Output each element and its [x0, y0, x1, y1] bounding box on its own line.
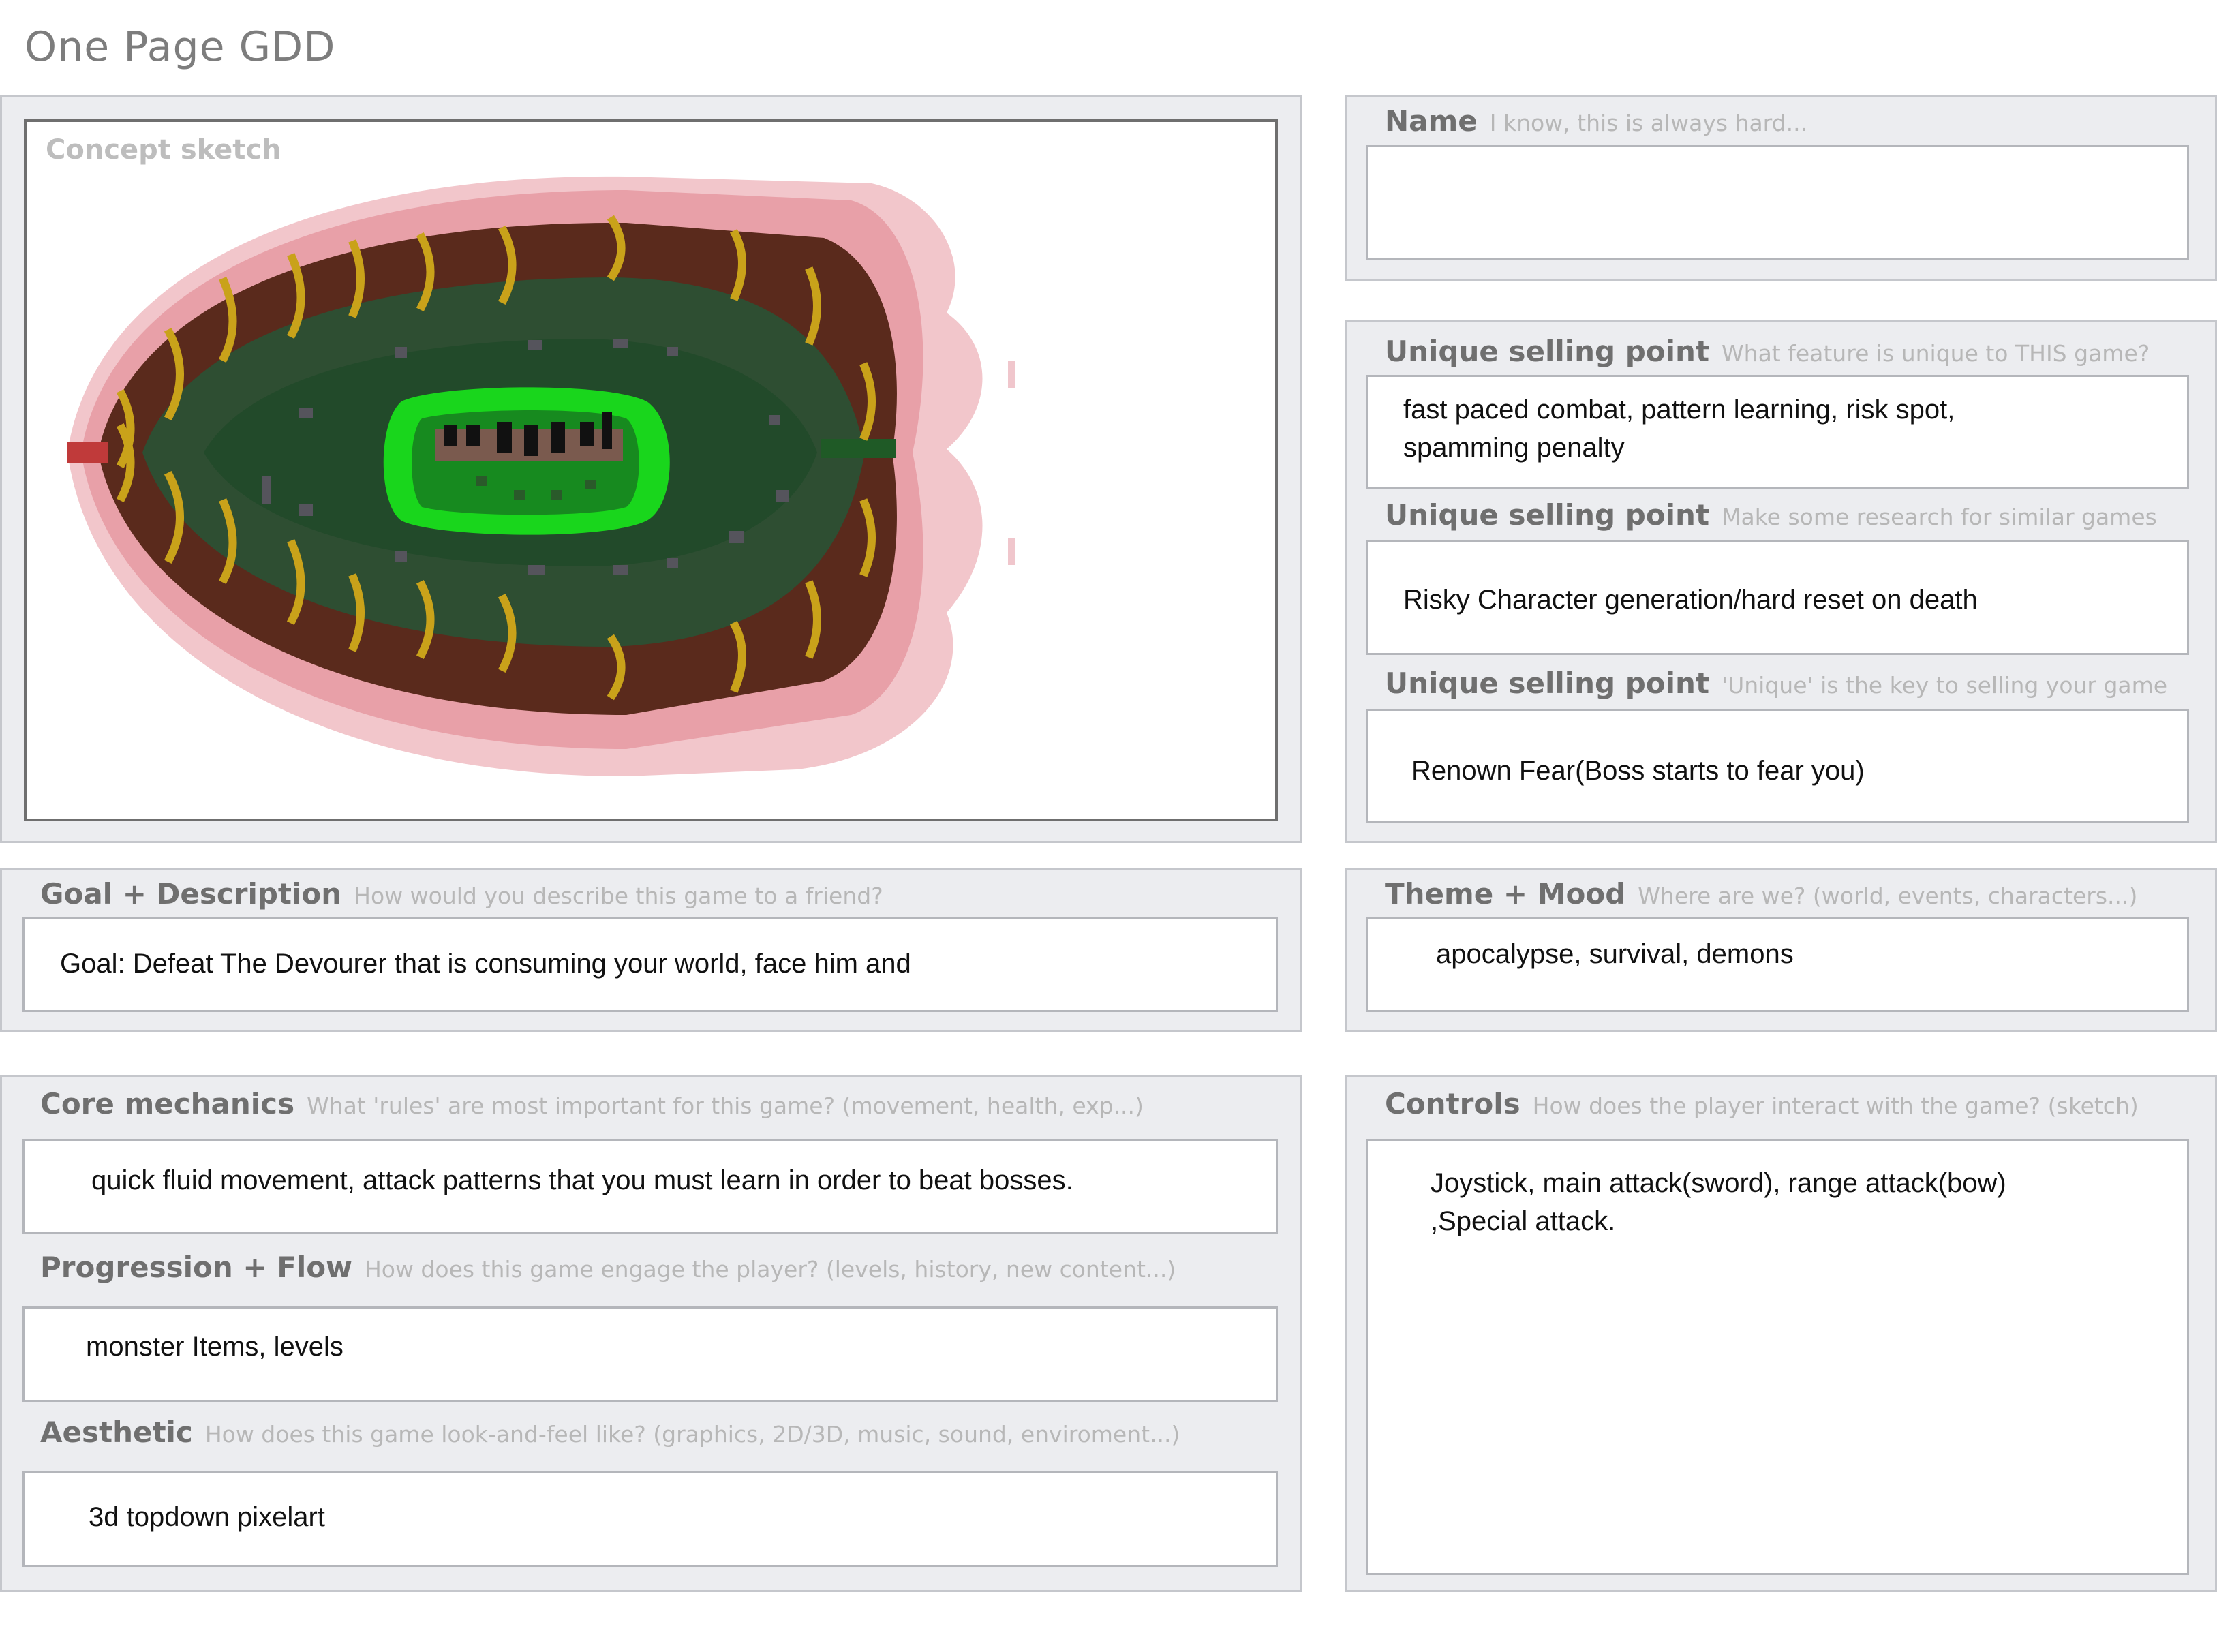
core-field[interactable]: quick fluid movement, attack patterns th…: [22, 1139, 1278, 1234]
progression-header: Progression + Flow How does this game eng…: [40, 1251, 1176, 1284]
name-title: Name: [1385, 104, 1478, 138]
usp-2-hint: Make some research for similar games: [1722, 504, 2157, 530]
usp-1-title: Unique selling point: [1385, 335, 1710, 368]
aesthetic-value: 3d topdown pixelart: [89, 1502, 325, 1532]
aesthetic-title: Aesthetic: [40, 1416, 193, 1449]
theme-panel: Theme + Mood Where are we? (world, events…: [1345, 868, 2217, 1032]
controls-header: Controls How does the player interact wit…: [1385, 1087, 2139, 1120]
aesthetic-hint: How does this game look-and-feel like? (…: [204, 1421, 1180, 1448]
core-title: Core mechanics: [40, 1087, 295, 1120]
controls-field[interactable]: Joystick, main attack(sword), range atta…: [1366, 1139, 2189, 1575]
concept-sketch-canvas[interactable]: Concept sketch: [24, 119, 1278, 821]
goal-field[interactable]: Goal: Defeat The Devourer that is consum…: [22, 917, 1278, 1012]
usp-2-header: Unique selling point Make some research f…: [1385, 498, 2157, 532]
name-header: Name I know, this is always hard...: [1385, 104, 1807, 138]
usp-3-title: Unique selling point: [1385, 667, 1710, 700]
core-header: Core mechanics What 'rules' are most impo…: [40, 1087, 1144, 1120]
goal-hint: How would you describe this game to a fr…: [354, 883, 883, 909]
goal-value: Goal: Defeat The Devourer that is consum…: [60, 949, 911, 979]
usp-1-hint: What feature is unique to THIS game?: [1722, 340, 2150, 367]
progression-field[interactable]: monster Items, levels: [22, 1306, 1278, 1402]
theme-value: apocalypse, survival, demons: [1436, 939, 1794, 969]
mechanics-panel: Core mechanics What 'rules' are most impo…: [0, 1075, 1302, 1592]
theme-header: Theme + Mood Where are we? (world, events…: [1385, 877, 2137, 911]
progression-title: Progression + Flow: [40, 1251, 352, 1284]
usp-1-value: fast paced combat, pattern learning, ris…: [1403, 395, 1955, 463]
goal-title: Goal + Description: [40, 877, 342, 911]
usp-2-field[interactable]: Risky Character generation/hard reset on…: [1366, 540, 2189, 655]
page-title: One Page GDD: [25, 23, 336, 71]
usp-1-header: Unique selling point What feature is uniq…: [1385, 335, 2150, 368]
goal-header: Goal + Description How would you describe…: [40, 877, 883, 911]
concept-sketch-label: Concept sketch: [46, 134, 281, 166]
core-value: quick fluid movement, attack patterns th…: [91, 1165, 1073, 1195]
usp-3-hint: 'Unique' is the key to selling your game: [1722, 672, 2168, 699]
theme-hint: Where are we? (world, events, characters…: [1638, 883, 2138, 909]
theme-title: Theme + Mood: [1385, 877, 1626, 911]
usp-1-field[interactable]: fast paced combat, pattern learning, ris…: [1366, 375, 2189, 489]
theme-field[interactable]: apocalypse, survival, demons: [1366, 917, 2189, 1012]
progression-hint: How does this game engage the player? (l…: [364, 1256, 1176, 1283]
concept-sketch-panel: Concept sketch: [0, 95, 1302, 843]
controls-title: Controls: [1385, 1087, 1520, 1120]
controls-panel: Controls How does the player interact wit…: [1345, 1075, 2217, 1592]
controls-hint: How does the player interact with the ga…: [1532, 1092, 2139, 1119]
usp-panel: Unique selling point What feature is uniq…: [1345, 320, 2217, 843]
usp-3-header: Unique selling point 'Unique' is the key …: [1385, 667, 2167, 700]
usp-2-title: Unique selling point: [1385, 498, 1710, 532]
name-field[interactable]: [1366, 145, 2189, 260]
controls-value: Joystick, main attack(sword), range atta…: [1431, 1168, 2006, 1236]
usp-2-value: Risky Character generation/hard reset on…: [1403, 585, 1978, 615]
usp-3-value: Renown Fear(Boss starts to fear you): [1411, 756, 1865, 786]
aesthetic-header: Aesthetic How does this game look-and-fee…: [40, 1416, 1180, 1449]
progression-value: monster Items, levels: [86, 1332, 343, 1362]
arena-sketch-image: [67, 176, 1015, 776]
name-hint: I know, this is always hard...: [1489, 110, 1808, 136]
goal-panel: Goal + Description How would you describe…: [0, 868, 1302, 1032]
usp-3-field[interactable]: Renown Fear(Boss starts to fear you): [1366, 709, 2189, 823]
aesthetic-field[interactable]: 3d topdown pixelart: [22, 1471, 1278, 1567]
name-panel: Name I know, this is always hard...: [1345, 95, 2217, 281]
core-hint: What 'rules' are most important for this…: [307, 1092, 1144, 1119]
